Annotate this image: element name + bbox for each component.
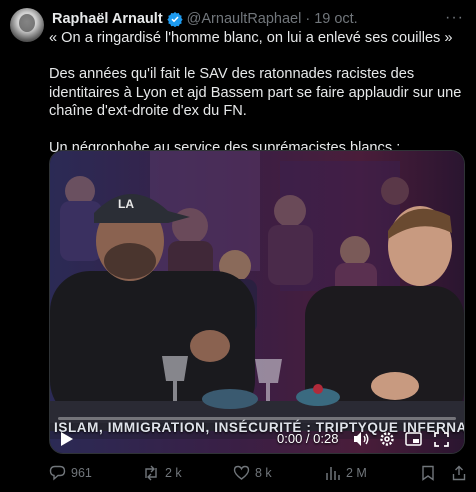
volume-icon[interactable] [352, 429, 370, 449]
picture-in-picture-icon[interactable] [404, 429, 422, 449]
svg-text:LA: LA [118, 197, 134, 211]
like-count: 8 k [255, 466, 272, 480]
reply-button[interactable]: 961 [49, 463, 92, 483]
video-player[interactable]: LA ISLAM, IMMIGRATION, INSÉCURITÉ : TRIP… [49, 150, 465, 454]
settings-gear-icon[interactable] [378, 429, 396, 449]
tweet-actions: 961 2 k 8 k 2 M [49, 463, 469, 483]
share-icon [452, 465, 466, 481]
more-options-icon[interactable]: ··· [445, 10, 464, 26]
bookmark-button[interactable] [421, 463, 435, 483]
author-handle[interactable]: @ArnaultRaphael [187, 11, 302, 27]
post-date[interactable]: 19 oct. [314, 11, 358, 27]
repost-button[interactable]: 2 k [142, 463, 182, 483]
views-button[interactable]: 2 M [325, 463, 367, 483]
verified-badge-icon [167, 11, 183, 27]
play-icon[interactable] [58, 429, 76, 449]
share-button[interactable] [452, 463, 466, 483]
reply-icon [49, 465, 66, 481]
bookmark-icon [422, 465, 434, 481]
fullscreen-icon[interactable] [432, 429, 450, 449]
views-count: 2 M [346, 466, 367, 480]
repost-count: 2 k [165, 466, 182, 480]
author-name[interactable]: Raphaël Arnault [52, 11, 163, 27]
video-time: 0:00 / 0:28 [277, 431, 339, 446]
tweet-header: Raphaël Arnault @ArnaultRaphael · 19 oct… [52, 9, 358, 29]
views-chart-icon [326, 467, 340, 480]
avatar[interactable] [10, 8, 44, 42]
separator: · [305, 11, 311, 27]
video-progress-bar[interactable] [58, 417, 456, 420]
heart-icon [233, 465, 250, 480]
tweet-line-1: « On a ringardisé l'homme blanc, on lui … [49, 30, 453, 46]
reply-count: 961 [71, 466, 92, 480]
video-controls: 0:00 / 0:28 [50, 429, 464, 451]
repost-icon [145, 465, 157, 481]
tweet-line-2: Des années qu'il fait le SAV des ratonna… [49, 66, 462, 119]
tweet[interactable]: Raphaël Arnault @ArnaultRaphael · 19 oct… [0, 0, 476, 492]
like-button[interactable]: 8 k [233, 463, 272, 483]
video-frame: LA [50, 151, 464, 453]
